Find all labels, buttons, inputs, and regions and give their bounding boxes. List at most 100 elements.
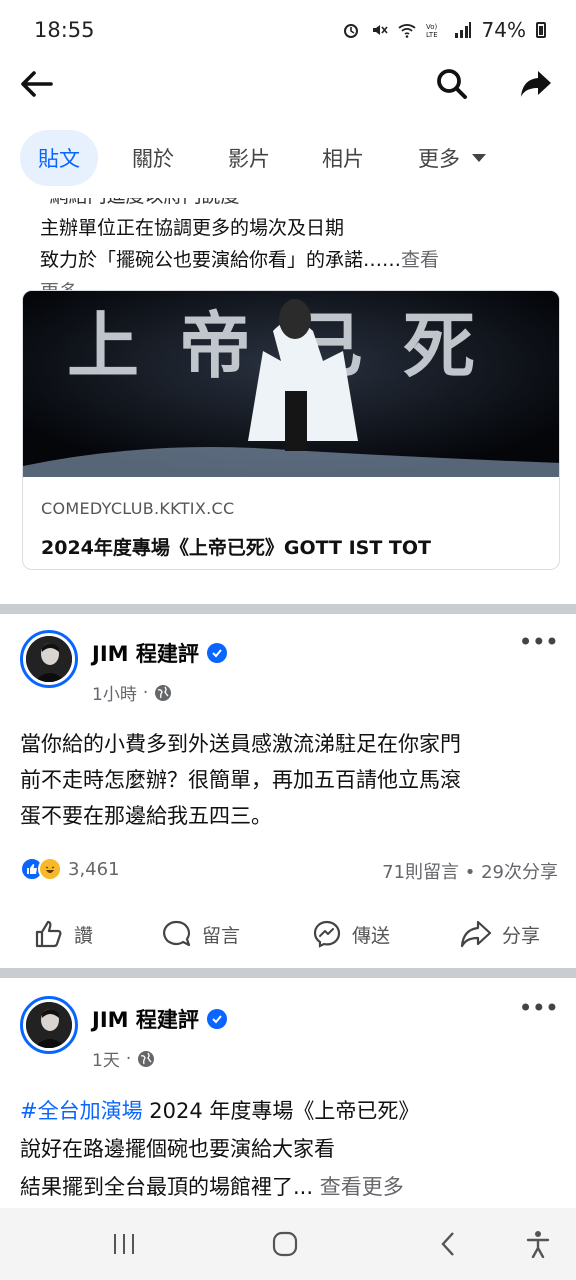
accessibility-button[interactable] [516,1222,560,1266]
author-name: JIM 程建評 [92,642,199,666]
reaction-count: 3,461 [68,858,120,880]
home-icon [272,1231,298,1257]
post-line: 蛋不要在那邊給我五四三。 [20,804,272,828]
post-time[interactable]: 1天 [92,1046,120,1071]
share-icon [460,920,492,948]
post-body: 當你給的小費多到外送員感激流涕駐足在你家門 前不走時怎麼辦？很簡單，再加五百請他… [20,726,560,834]
profile-tabs: 貼文 關於 影片 相片 更多 [0,126,576,192]
alarm-icon [343,24,358,38]
feed-post: JIM 程建評 1小時 · ••• 當你給的小費多到外送員感激流涕駐足在你家門 前… [0,614,576,968]
tab-about-label: 關於 [132,147,174,171]
top-bar [0,56,576,112]
meta-separator: · [125,1048,132,1069]
meta-separator: · [142,682,149,703]
status-time: 18:55 [34,18,95,42]
status-icons: Vo) LTE 74% [342,18,546,42]
feed-divider [0,968,576,978]
hashtag-link[interactable]: #全台加演場 [20,1099,143,1123]
feed-post: JIM 程建評 1天 · ••• #全台加演場 2024 年度專場《上帝已死》 說… [0,978,576,1208]
like-icon [35,920,62,948]
comment-button[interactable]: 留言 [162,904,240,964]
chevron-down-icon [472,154,486,162]
status-bar: 18:55 Vo) LTE 74% [0,0,576,60]
reaction-summary[interactable]: 3,461 [20,857,120,881]
tab-photos[interactable]: 相片 [322,130,364,186]
globe-icon [155,684,172,701]
tab-videos-label: 影片 [228,147,270,171]
mute-icon [372,25,388,35]
post-line: 說好在路邊擺個碗也要演給大家看 [20,1137,335,1161]
avatar[interactable] [20,996,78,1054]
wifi-icon [397,24,416,38]
share-icon [521,71,551,97]
tab-posts[interactable]: 貼文 [20,130,98,186]
tab-about[interactable]: 關於 [132,130,174,186]
tab-more-label: 更多 [418,147,460,171]
link-preview-card[interactable]: 上帝已死 COMEDYCLUB.KKTIX.CC 2024年度專場《上帝已死》G… [22,290,560,570]
avatar[interactable] [20,630,78,688]
svg-text:Vo): Vo) [426,23,438,31]
author-name: JIM 程建評 [92,1008,199,1032]
share-label: 分享 [502,924,541,947]
back-button[interactable] [14,62,58,106]
comment-label: 留言 [202,924,241,947]
comment-icon [163,920,191,947]
post-partial-line: 致力於「擺碗公也要演給你看」的承諾……查看 [40,244,540,276]
comments-shares-count[interactable]: 71則留言 • 29次分享 [382,858,558,884]
post-line-text: 結果擺到全台最頂的場館裡了... [20,1175,320,1199]
link-preview-image: 上帝已死 [23,291,559,477]
see-more-link[interactable]: 查看 [401,249,439,271]
signal-icon [454,22,471,38]
send-label: 傳送 [352,924,391,947]
post-meta: 1天 · [92,1046,155,1071]
back-arrow-icon [21,71,53,97]
search-icon [437,69,467,99]
tab-videos[interactable]: 影片 [228,130,270,186]
link-title: 2024年度專場《上帝已死》GOTT IST TOT [41,537,432,559]
share-page-button[interactable] [514,62,558,106]
post-meta: 1小時 · [92,680,172,705]
battery-icon [536,22,546,38]
volte-icon: Vo)LTE [426,23,438,39]
more-options-button[interactable]: ••• [519,994,559,1022]
avatar-image [26,1002,72,1048]
see-more-link[interactable]: 查看更多 [320,1175,404,1199]
post-line: 結果擺到全台最頂的場館裡了... 查看更多 [20,1168,560,1206]
back-nav-icon [441,1232,454,1256]
link-domain: COMEDYCLUB.KKTIX.CC [41,499,235,518]
like-label: 讚 [74,924,94,947]
haha-reaction-icon [38,857,62,881]
avatar-image [26,636,72,682]
post-author[interactable]: JIM 程建評 [92,1004,227,1034]
more-options-button[interactable]: ••• [519,628,559,656]
tab-posts-label: 貼文 [38,147,80,171]
tab-photos-label: 相片 [322,147,364,171]
post-partial-cutoff-line: *網絡門進度以將門說度 [40,198,540,212]
system-nav-bar [0,1208,576,1280]
post-line: 當你給的小費多到外送員感激流涕駐足在你家門 [20,732,461,756]
share-button[interactable]: 分享 [460,904,540,964]
search-button[interactable] [430,62,474,106]
post-line-text: 2024 年度專場《上帝已死》 [142,1099,420,1123]
recent-apps-button[interactable] [102,1222,146,1266]
post-partial-line: 主辦單位正在協調更多的場次及日期 [40,217,345,239]
svg-text:LTE: LTE [426,31,438,39]
post-line: 前不走時怎麼辦？很簡單，再加五百請他立馬滾 [20,768,461,792]
post-author[interactable]: JIM 程建評 [92,638,227,668]
see-more-link-continued[interactable]: 更多 [40,276,540,290]
globe-icon [138,1050,155,1067]
verified-badge-icon [206,1009,227,1029]
send-button[interactable]: 傳送 [312,904,390,964]
messenger-icon [313,920,341,948]
like-button[interactable]: 讚 [34,904,93,964]
post-line: #全台加演場 2024 年度專場《上帝已死》 [20,1092,560,1130]
tab-more[interactable]: 更多 [418,130,486,186]
battery-percent: 74% [481,18,526,42]
accessibility-icon [526,1231,550,1258]
post-time[interactable]: 1小時 [92,680,137,705]
feed-divider [0,604,576,614]
recent-apps-icon [114,1234,134,1254]
post-body: #全台加演場 2024 年度專場《上帝已死》 說好在路邊擺個碗也要演給大家看 結… [20,1092,560,1206]
back-nav-button[interactable] [426,1222,470,1266]
home-button[interactable] [263,1222,307,1266]
